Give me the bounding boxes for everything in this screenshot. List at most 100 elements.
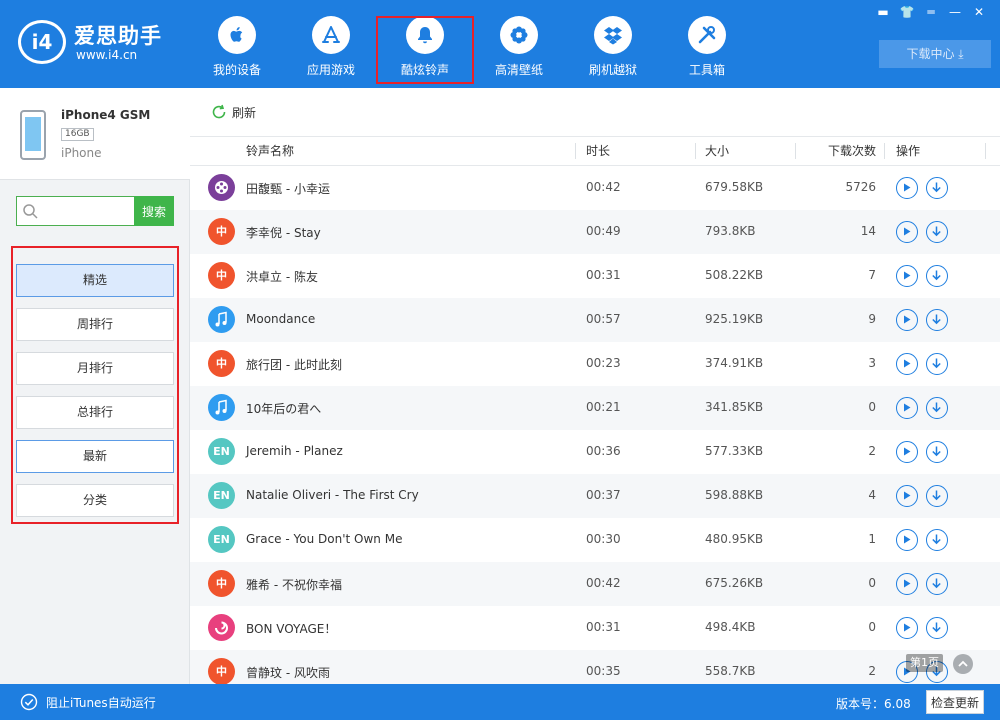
ringtone-downloads: 0 — [868, 620, 876, 634]
download-button[interactable] — [926, 309, 948, 331]
ringtone-duration: 00:57 — [586, 312, 621, 326]
table-row[interactable]: 10年后の君へ 00:21 341.85KB 0 — [190, 386, 1000, 430]
brand-url: www.i4.cn — [76, 48, 138, 62]
category-weekly[interactable]: 周排行 — [16, 308, 174, 341]
ringtone-downloads: 14 — [860, 224, 876, 238]
ringtone-duration: 00:31 — [586, 620, 621, 634]
download-button[interactable] — [926, 485, 948, 507]
category-newest[interactable]: 最新 — [16, 440, 174, 473]
table-row[interactable]: 中雅希 - 不祝你幸福 00:42 675.26KB 0 — [190, 562, 1000, 606]
col-downloads[interactable]: 下载次数 — [828, 137, 876, 165]
download-button[interactable] — [926, 221, 948, 243]
refresh-button[interactable]: 刷新 — [210, 102, 256, 122]
scroll-top-button[interactable] — [953, 654, 973, 674]
nav-label: 应用游戏 — [306, 63, 355, 77]
col-name[interactable]: 铃声名称 — [246, 137, 294, 165]
sidebar: iPhone4 GSM 16GB iPhone 搜索 精选 周排行 月排行 总排… — [0, 88, 190, 684]
nav-toolbox[interactable]: 工具箱 — [660, 0, 754, 88]
nav-label: 工具箱 — [688, 63, 725, 77]
ringtone-duration: 00:23 — [586, 356, 621, 370]
download-center-button[interactable]: 下载中心 ⤓ — [879, 40, 991, 68]
play-button[interactable] — [896, 617, 918, 639]
category-classify[interactable]: 分类 — [16, 484, 174, 517]
play-button[interactable] — [896, 397, 918, 419]
chinese-language-icon: 中 — [208, 658, 235, 684]
play-icon — [904, 579, 911, 588]
play-button[interactable] — [896, 353, 918, 375]
ringtone-downloads: 1 — [868, 532, 876, 546]
download-arrow-icon — [932, 226, 941, 237]
app-logo: i4 爱思助手 www.i4.cn — [18, 18, 178, 68]
download-arrow-icon — [932, 402, 941, 413]
download-button[interactable] — [926, 617, 948, 639]
download-button[interactable] — [926, 397, 948, 419]
play-button[interactable] — [896, 309, 918, 331]
skin-icon[interactable]: 👕 — [896, 4, 918, 20]
tools-icon — [688, 16, 726, 54]
play-button[interactable] — [896, 529, 918, 551]
logo-badge: i4 — [18, 20, 66, 64]
ringtone-duration: 00:21 — [586, 400, 621, 414]
search-icon — [23, 204, 38, 219]
device-capacity-badge: 16GB — [61, 128, 94, 141]
menu-icon[interactable]: ═ — [920, 4, 942, 20]
table-row[interactable]: 中曾静玟 - 风吹雨 00:35 558.7KB 2 — [190, 650, 1000, 684]
col-actions: 操作 — [896, 144, 921, 158]
table-row[interactable]: EN Grace - You Don't Own Me 00:30 480.95KB 1 — [190, 518, 1000, 562]
table-row[interactable]: EN Natalie Oliveri - The First Cry 00:37 59… — [190, 474, 1000, 518]
ringtone-name: Grace - You Don't Own Me — [246, 532, 403, 546]
play-button[interactable] — [896, 441, 918, 463]
play-icon — [904, 535, 911, 544]
nav-my-device[interactable]: 我的设备 — [190, 0, 284, 88]
play-button[interactable] — [896, 265, 918, 287]
col-duration[interactable]: 时长 — [586, 137, 610, 165]
play-button[interactable] — [896, 485, 918, 507]
minimize-icon[interactable]: — — [944, 4, 966, 20]
ringtone-list: 田馥甄 - 小幸运 00:42 679.58KB 5726 中李幸倪 - Stay 00:… — [190, 166, 1000, 684]
nav-flash-jailbreak[interactable]: 刷机越狱 — [566, 0, 660, 88]
ringtone-downloads: 2 — [868, 444, 876, 458]
ringtone-name: 雅希 - 不祝你幸福 — [246, 578, 342, 592]
download-button[interactable] — [926, 529, 948, 551]
feedback-icon[interactable]: ▬ — [872, 4, 894, 20]
nav-label: 刷机越狱 — [588, 63, 637, 77]
table-row[interactable]: 田馥甄 - 小幸运 00:42 679.58KB 5726 — [190, 166, 1000, 210]
download-arrow-icon — [932, 182, 941, 193]
download-button[interactable] — [926, 441, 948, 463]
table-row[interactable]: 中洪卓立 - 陈友 00:31 508.22KB 7 — [190, 254, 1000, 298]
download-button[interactable] — [926, 177, 948, 199]
table-row[interactable]: EN Jeremih - Planez 00:36 577.33KB 2 — [190, 430, 1000, 474]
search-button[interactable]: 搜索 — [134, 196, 174, 226]
play-button[interactable] — [896, 221, 918, 243]
top-header: i4 爱思助手 www.i4.cn 我的设备 应用游戏 酷炫铃声 高清壁纸 刷机… — [0, 0, 1000, 88]
check-update-button[interactable]: 检查更新 — [926, 690, 984, 714]
download-button[interactable] — [926, 573, 948, 595]
close-icon[interactable]: ✕ — [968, 4, 990, 20]
category-featured[interactable]: 精选 — [16, 264, 174, 297]
category-monthly[interactable]: 月排行 — [16, 352, 174, 385]
category-all-time[interactable]: 总排行 — [16, 396, 174, 429]
play-button[interactable] — [896, 177, 918, 199]
col-size[interactable]: 大小 — [705, 137, 729, 165]
ringtone-name: 10年后の君へ — [246, 402, 322, 416]
play-button[interactable] — [896, 573, 918, 595]
chinese-language-icon: 中 — [208, 218, 235, 245]
device-card[interactable]: iPhone4 GSM 16GB iPhone — [0, 88, 190, 180]
music-note-icon — [208, 394, 235, 421]
ringtone-name: Moondance — [246, 312, 316, 326]
table-row[interactable]: BON VOYAGE！ 00:31 498.4KB 0 — [190, 606, 1000, 650]
app-store-icon — [312, 16, 350, 54]
download-button[interactable] — [926, 353, 948, 375]
nav-apps-games[interactable]: 应用游戏 — [284, 0, 378, 88]
table-row[interactable]: 中李幸倪 - Stay 00:49 793.8KB 14 — [190, 210, 1000, 254]
ringtone-downloads: 9 — [868, 312, 876, 326]
nav-wallpapers[interactable]: 高清壁纸 — [472, 0, 566, 88]
download-button[interactable] — [926, 265, 948, 287]
itunes-label: 阻止iTunes自动运行 — [46, 695, 156, 710]
itunes-toggle[interactable]: 阻止iTunes自动运行 — [20, 693, 156, 711]
ringtone-size: 374.91KB — [705, 356, 764, 370]
table-row[interactable]: Moondance 00:57 925.19KB 9 — [190, 298, 1000, 342]
ringtone-name: Natalie Oliveri - The First Cry — [246, 488, 419, 502]
ringtone-size: 925.19KB — [705, 312, 764, 326]
table-row[interactable]: 中旅行团 - 此时此刻 00:23 374.91KB 3 — [190, 342, 1000, 386]
